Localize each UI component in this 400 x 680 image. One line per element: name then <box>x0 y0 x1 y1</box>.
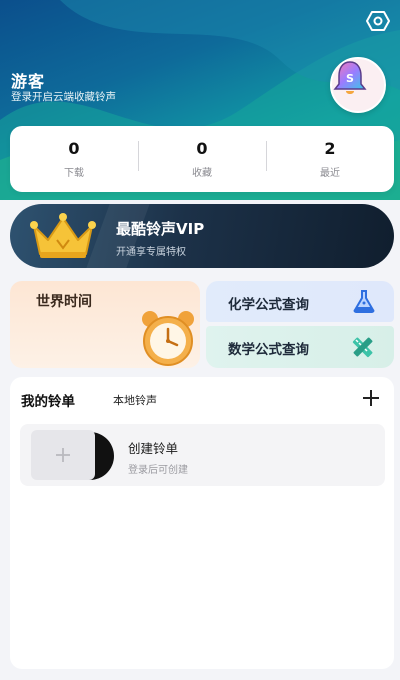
alarm-clock-icon <box>142 311 194 366</box>
ruler-pencil-icon <box>352 337 373 358</box>
create-playlist-subtitle: 登录后可创建 <box>128 465 188 476</box>
tab-local-ringtones[interactable]: 本地铃声 <box>113 392 157 408</box>
flask-icon <box>353 290 375 313</box>
settings-eye-icon <box>366 11 390 31</box>
bell-avatar-icon: S <box>333 61 367 94</box>
login-prompt[interactable]: 登录开启云端收藏铃声 <box>11 89 116 104</box>
math-formula-card[interactable]: 数学公式查询 <box>206 326 394 368</box>
stat-label: 最近 <box>320 168 340 179</box>
chemistry-formula-card[interactable]: 化学公式查询 <box>206 281 394 322</box>
plus-icon <box>56 448 70 462</box>
stat-value: 2 <box>324 139 336 158</box>
vip-title: 最酷铃声VIP <box>116 220 205 238</box>
chemistry-formula-label: 化学公式查询 <box>228 297 309 313</box>
stat-downloads[interactable]: 0 下载 <box>10 139 138 179</box>
avatar[interactable]: S <box>330 57 386 113</box>
world-time-card[interactable]: 世界时间 <box>10 281 200 368</box>
create-playlist-title: 创建铃单 <box>128 441 179 456</box>
stat-value: 0 <box>68 139 80 158</box>
playlist-cover-placeholder <box>31 430 95 480</box>
stats-card: 0 下载 0 收藏 2 最近 <box>10 126 394 192</box>
plus-icon <box>363 390 379 406</box>
crown-icon <box>30 213 96 258</box>
world-time-label: 世界时间 <box>36 294 92 310</box>
playlist-panel: 我的铃单 本地铃声 创建铃单 登录后可创建 <box>10 377 394 669</box>
stat-value: 0 <box>196 139 208 158</box>
add-playlist-button[interactable] <box>360 387 382 409</box>
stat-recent[interactable]: 2 最近 <box>266 139 394 179</box>
settings-button[interactable] <box>366 10 392 34</box>
create-playlist-item[interactable]: 创建铃单 登录后可创建 <box>20 424 385 486</box>
tab-my-playlists[interactable]: 我的铃单 <box>21 390 75 410</box>
stat-favorites[interactable]: 0 收藏 <box>138 139 266 179</box>
math-formula-label: 数学公式查询 <box>228 342 309 358</box>
svg-text:S: S <box>346 72 354 85</box>
vip-subtitle: 开通享专属特权 <box>116 247 186 258</box>
vip-banner[interactable]: 最酷铃声VIP 开通享专属特权 <box>10 204 394 268</box>
stat-label: 下载 <box>64 168 84 179</box>
stat-label: 收藏 <box>192 168 212 179</box>
